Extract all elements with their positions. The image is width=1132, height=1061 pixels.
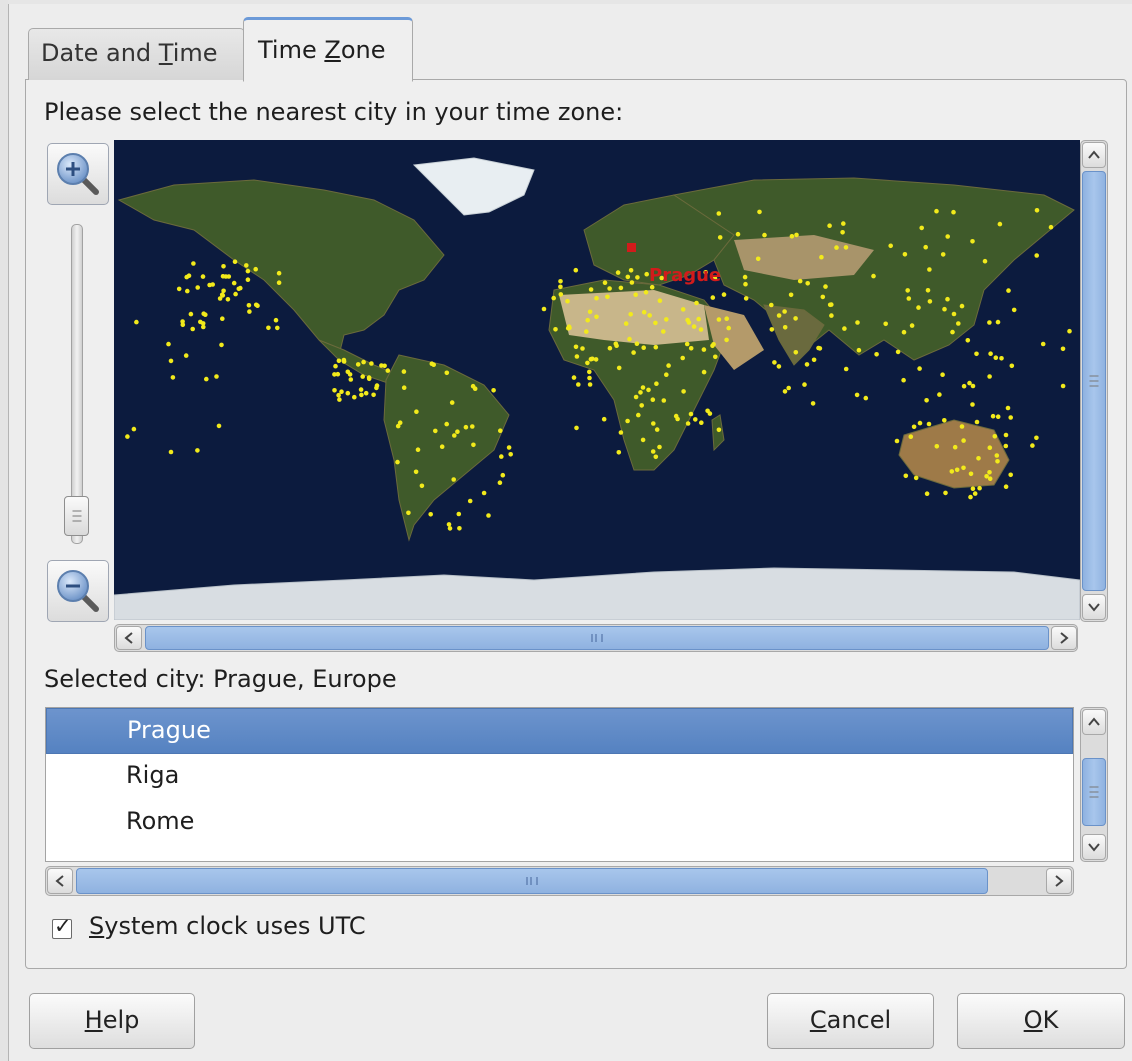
zoom-out-button[interactable] (47, 560, 109, 622)
city-list-vertical-scrollbar[interactable] (1080, 707, 1108, 862)
scroll-grip-icon (591, 634, 603, 642)
ok-button[interactable]: OK (957, 993, 1125, 1049)
utc-checkbox[interactable] (52, 914, 72, 939)
chevron-down-icon (1088, 843, 1100, 852)
slider-grip-icon (72, 510, 81, 522)
scroll-grip-icon (1089, 786, 1099, 798)
utc-mnemonic: S (89, 912, 105, 940)
help-button[interactable]: Help (29, 993, 195, 1049)
chevron-right-icon (1060, 632, 1069, 644)
map-scroll-left-button[interactable] (116, 626, 142, 650)
chevron-up-icon (1088, 717, 1100, 726)
city-list-scroll-right-button[interactable] (1046, 868, 1072, 894)
city-list-item[interactable]: Rome (46, 800, 1073, 846)
tab-date-and-time-mnemonic: T (158, 39, 173, 67)
zoom-slider-handle[interactable] (64, 496, 89, 536)
tab-time-zone-label-post: one (340, 36, 386, 64)
chevron-down-icon (1088, 603, 1100, 612)
tab-date-and-time-label-post: ime (172, 39, 218, 67)
cancel-mnemonic: C (809, 1006, 827, 1034)
cancel-label-rest: ancel (826, 1006, 892, 1034)
city-list-horizontal-scroll-thumb[interactable] (76, 868, 988, 894)
utc-label-rest: ystem clock uses UTC (104, 912, 366, 940)
map-scroll-right-button[interactable] (1051, 626, 1077, 650)
zoom-out-icon (57, 570, 99, 612)
map-horizontal-scrollbar[interactable] (114, 624, 1078, 652)
chevron-right-icon (1055, 875, 1064, 887)
cancel-button[interactable]: Cancel (767, 993, 934, 1049)
map-horizontal-scroll-thumb[interactable] (145, 626, 1049, 650)
selected-city-label: Selected city: Prague, Europe (44, 665, 397, 693)
zoom-in-icon (57, 153, 99, 195)
zoom-in-button[interactable] (47, 143, 109, 205)
map-scroll-down-button[interactable] (1082, 594, 1106, 620)
chevron-up-icon (1088, 150, 1100, 159)
timezone-prompt: Please select the nearest city in your t… (44, 98, 624, 126)
world-map-image: Prague (114, 140, 1080, 620)
map-scroll-up-button[interactable] (1082, 142, 1106, 168)
tab-date-and-time[interactable]: Date and Time (28, 28, 245, 80)
ok-label-rest: K (1042, 1006, 1059, 1034)
selected-city-map-label: Prague (649, 265, 721, 286)
city-list-horizontal-scrollbar[interactable] (45, 866, 1074, 896)
help-label-rest: elp (102, 1006, 140, 1034)
scroll-grip-icon (1089, 375, 1099, 387)
chevron-left-icon (124, 632, 133, 644)
map-vertical-scrollbar[interactable] (1080, 140, 1108, 622)
city-list-item[interactable]: Prague (46, 708, 1073, 754)
map-vertical-scroll-thumb[interactable] (1082, 171, 1106, 591)
city-list-scroll-left-button[interactable] (47, 868, 73, 894)
tab-date-and-time-label-pre: Date and (41, 39, 159, 67)
chevron-left-icon (55, 875, 64, 887)
world-map[interactable]: Prague (114, 140, 1080, 620)
city-list[interactable]: Prague Riga Rome (45, 707, 1074, 862)
city-list-item[interactable]: Riga (46, 754, 1073, 800)
ok-mnemonic: O (1023, 1006, 1043, 1034)
window-frame-left (0, 0, 9, 1061)
utc-checkbox-label[interactable]: System clock uses UTC (89, 912, 366, 940)
window-frame-top (8, 0, 1132, 4)
city-list-scroll-up-button[interactable] (1082, 709, 1106, 735)
city-list-scroll-down-button[interactable] (1082, 834, 1106, 860)
tab-time-zone[interactable]: Time Zone (243, 17, 413, 82)
tab-time-zone-label-pre: Time (258, 36, 325, 64)
city-list-vertical-scroll-thumb[interactable] (1082, 758, 1106, 826)
help-mnemonic: H (84, 1006, 103, 1034)
tab-time-zone-mnemonic: Z (324, 36, 341, 64)
scroll-grip-icon (526, 877, 538, 885)
